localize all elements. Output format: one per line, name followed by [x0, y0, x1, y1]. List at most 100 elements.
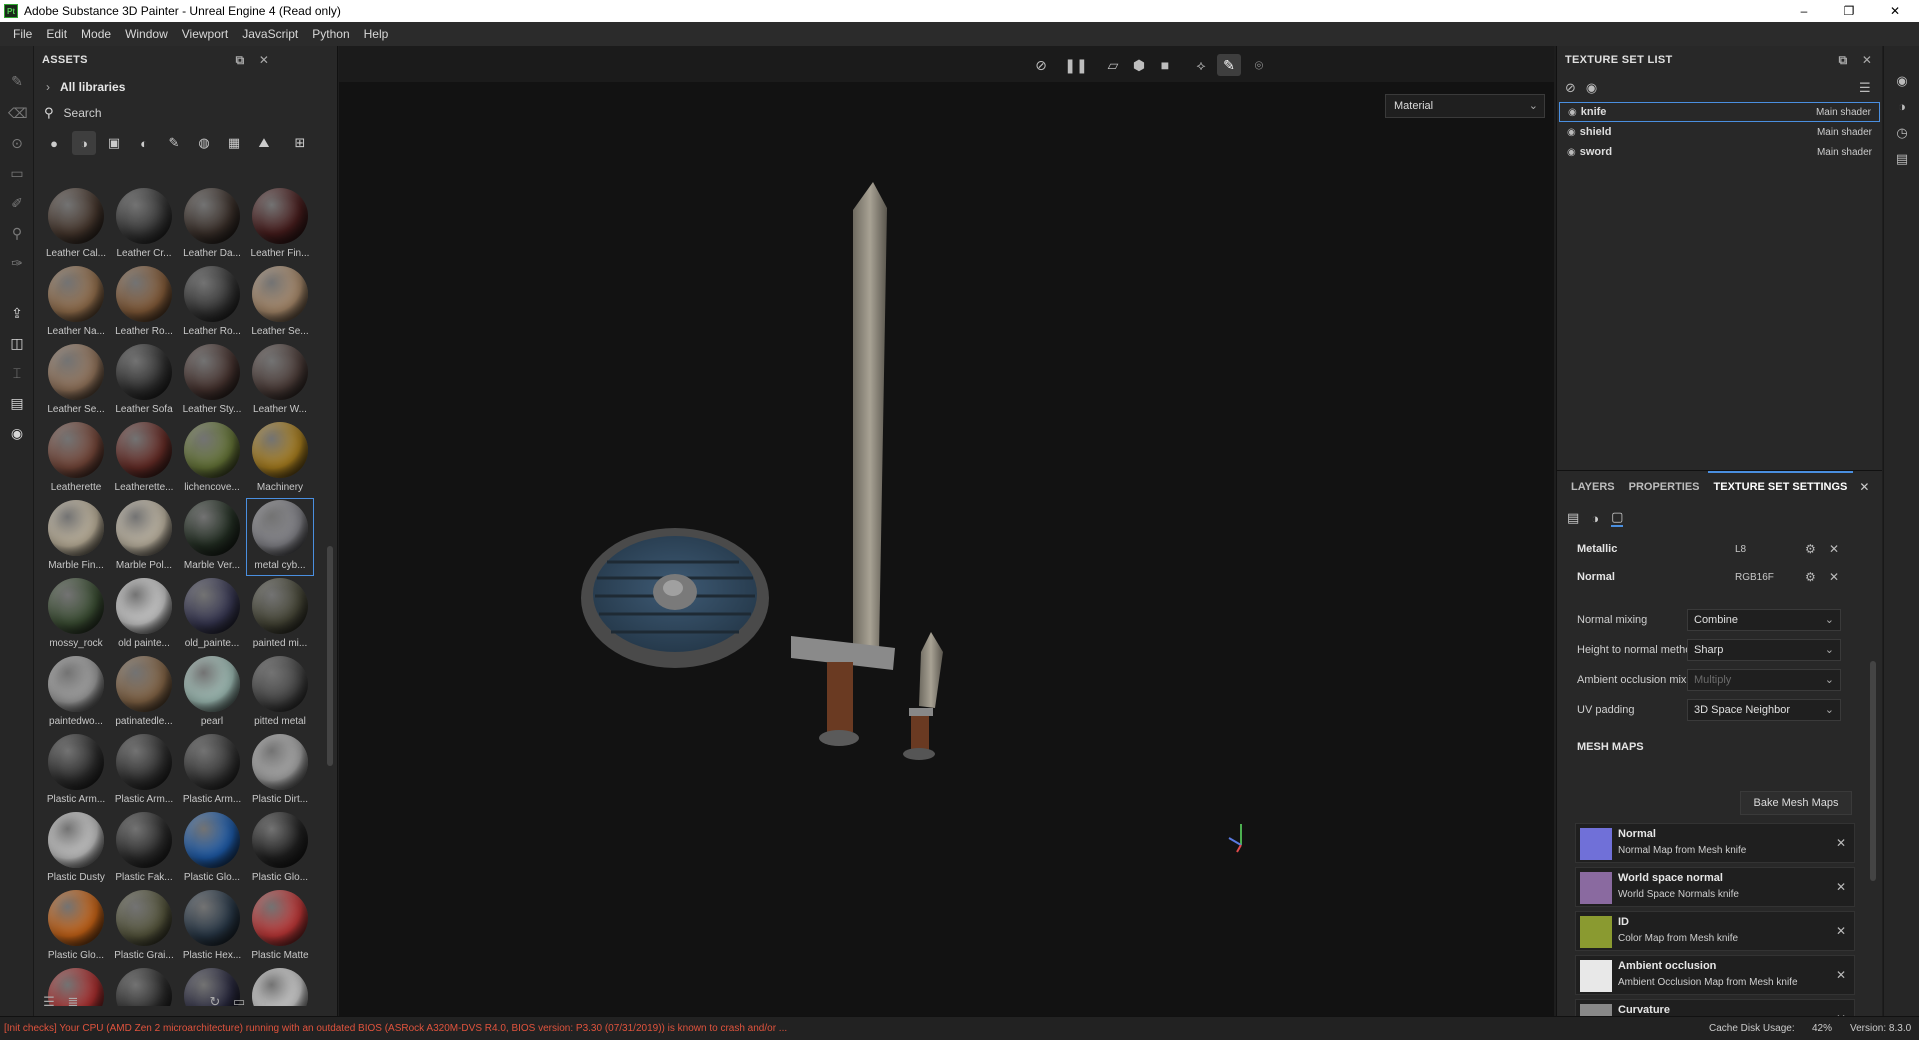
smudge-icon[interactable]: ✐: [8, 194, 26, 212]
refresh-icon[interactable]: ↻: [206, 994, 224, 1010]
material-thumbnail[interactable]: Leather Cr...: [110, 186, 178, 264]
pause-icon[interactable]: ❚❚: [1064, 54, 1088, 76]
texture-set-shader[interactable]: Main shader: [1816, 107, 1871, 118]
geometry-mask-icon[interactable]: ▭: [8, 164, 26, 182]
settings-scrollbar[interactable]: [1870, 661, 1876, 881]
mesh-map-item[interactable]: ID Color Map from Mesh knife ✕: [1575, 911, 1855, 951]
channel-row-metallic[interactable]: Metallic L8 ⚙ ✕: [1557, 535, 1882, 563]
menu-viewport[interactable]: Viewport: [175, 27, 235, 41]
material-thumbnail[interactable]: Plastic Fak...: [110, 810, 178, 888]
material-thumbnail[interactable]: Leatherette: [42, 420, 110, 498]
normal-mixing-select[interactable]: Combine ⌄: [1687, 609, 1841, 631]
assets-scrollbar[interactable]: [327, 546, 333, 766]
material-thumbnail[interactable]: Plastic Glo...: [178, 810, 246, 888]
channel-row-normal[interactable]: Normal RGB16F ⚙ ✕: [1557, 563, 1882, 591]
material-thumbnail[interactable]: Machinery: [246, 420, 314, 498]
scene-3d[interactable]: [339, 82, 1554, 1016]
libraries-selector[interactable]: › All libraries: [34, 74, 337, 100]
material-thumbnail[interactable]: Leather Sofa: [110, 342, 178, 420]
mesh-map-item[interactable]: Normal Normal Map from Mesh knife ✕: [1575, 823, 1855, 863]
material-thumbnail[interactable]: patinatedle...: [110, 654, 178, 732]
search-input[interactable]: ⚲ Search: [34, 100, 337, 126]
filter-list-icon[interactable]: ≣: [64, 994, 82, 1010]
filter-environments-icon[interactable]: ⛰: [252, 131, 276, 155]
history-icon[interactable]: ◷: [1893, 124, 1911, 142]
filter-generators-icon[interactable]: ◐: [132, 131, 156, 155]
material-thumbnail[interactable]: Plastic Arm...: [42, 732, 110, 810]
eraser-icon[interactable]: ⌫: [8, 104, 28, 122]
clone-stamp-icon[interactable]: ⚲: [8, 224, 26, 242]
remove-mesh-map-icon[interactable]: ✕: [1836, 836, 1846, 850]
material-thumbnail[interactable]: Leather Da...: [178, 186, 246, 264]
material-thumbnail[interactable]: Leather Cal...: [42, 186, 110, 264]
texture-set-icon[interactable]: ◉: [1893, 72, 1911, 90]
filter-materials-icon[interactable]: ●: [42, 131, 66, 155]
material-thumbnail[interactable]: Leather Na...: [42, 264, 110, 342]
camera-icon[interactable]: ■: [1153, 54, 1177, 76]
menu-mode[interactable]: Mode: [74, 27, 118, 41]
close-tab-icon[interactable]: ✕: [1859, 480, 1869, 494]
material-thumbnail[interactable]: lichencove...: [178, 420, 246, 498]
mesh-map-item[interactable]: Ambient occlusion Ambient Occlusion Map f…: [1575, 955, 1855, 995]
list-options-icon[interactable]: ☰: [40, 994, 58, 1010]
material-thumbnail[interactable]: pitted metal: [246, 654, 314, 732]
material-thumbnail[interactable]: Plastic Dusty: [42, 810, 110, 888]
menu-window[interactable]: Window: [118, 27, 175, 41]
material-thumbnail[interactable]: metal cyb...: [246, 498, 314, 576]
gear-icon[interactable]: ⚙: [1805, 542, 1816, 556]
texture-set-shader[interactable]: Main shader: [1817, 147, 1872, 158]
material-thumbnail[interactable]: Leatherette...: [110, 420, 178, 498]
maximize-button[interactable]: ❐: [1826, 0, 1872, 22]
material-thumbnail[interactable]: Plastic Hex...: [178, 888, 246, 966]
paint-brush-icon[interactable]: ✎: [8, 72, 26, 90]
material-thumbnail[interactable]: Plastic Matte: [246, 888, 314, 966]
folder-icon[interactable]: ▭: [230, 994, 248, 1010]
tab-texture-set-settings[interactable]: TEXTURE SET SETTINGS: [1707, 471, 1854, 503]
menu-help[interactable]: Help: [357, 27, 396, 41]
symmetry-icon[interactable]: ⟡: [1189, 54, 1213, 76]
material-thumbnail[interactable]: Plastic Arm...: [110, 732, 178, 810]
texture-set-item[interactable]: ◉ shield Main shader: [1559, 122, 1880, 142]
filter-smart-materials-icon[interactable]: ◑: [72, 131, 96, 155]
material-thumbnail[interactable]: Leather Se...: [246, 264, 314, 342]
material-thumbnail[interactable]: pearl: [178, 654, 246, 732]
log-icon[interactable]: ▤: [1893, 150, 1911, 168]
visibility-icon[interactable]: ◉: [1586, 80, 1597, 96]
material-thumbnail[interactable]: Plastic Arm...: [178, 732, 246, 810]
close-button[interactable]: ✕: [1872, 0, 1918, 22]
remove-channel-icon[interactable]: ✕: [1829, 542, 1839, 556]
material-thumbnail[interactable]: Marble Fin...: [42, 498, 110, 576]
material-thumbnail[interactable]: Plastic Dirt...: [246, 732, 314, 810]
remove-mesh-map-icon[interactable]: ✕: [1836, 968, 1846, 982]
share-icon[interactable]: ◉: [8, 424, 26, 442]
material-thumbnail[interactable]: old painte...: [110, 576, 178, 654]
mesh-map-item[interactable]: Curvature✕: [1575, 999, 1855, 1016]
float-panel-icon[interactable]: ⧉: [1835, 52, 1851, 68]
texture-set-shader[interactable]: Main shader: [1817, 127, 1872, 138]
hide-ui-icon[interactable]: ⊘: [1029, 54, 1053, 76]
material-thumbnail[interactable]: Plastic Glo...: [42, 888, 110, 966]
uv-padding-select[interactable]: 3D Space Neighbor ⌄: [1687, 699, 1841, 721]
material-thumbnail[interactable]: Marble Pol...: [110, 498, 178, 576]
tab-properties[interactable]: PROPERTIES: [1623, 471, 1706, 503]
texture-set-item[interactable]: ◉ sword Main shader: [1559, 142, 1880, 162]
measure-icon[interactable]: ⌶: [8, 364, 26, 382]
material-thumbnail[interactable]: paintedwo...: [42, 654, 110, 732]
add-icon[interactable]: +: [256, 994, 274, 1010]
channel-format[interactable]: L8: [1735, 544, 1746, 555]
hide-all-icon[interactable]: ⊘: [1565, 80, 1576, 96]
mesh-map-item[interactable]: World space normal World Space Normals kn…: [1575, 867, 1855, 907]
height-method-select[interactable]: Sharp ⌄: [1687, 639, 1841, 661]
gear-icon[interactable]: ⚙: [1805, 570, 1816, 584]
float-panel-icon[interactable]: ⧉: [232, 52, 248, 68]
menu-file[interactable]: File: [6, 27, 39, 41]
filter-masks-icon[interactable]: ▣: [102, 131, 126, 155]
eye-icon[interactable]: ◉: [1567, 127, 1576, 138]
material-thumbnail[interactable]: Plastic Glo...: [246, 810, 314, 888]
material-sphere-icon[interactable]: ◑: [1591, 511, 1599, 526]
eye-icon[interactable]: ◉: [1567, 147, 1576, 158]
close-panel-icon[interactable]: ✕: [256, 52, 272, 68]
view-2d-icon[interactable]: ▱: [1101, 54, 1125, 76]
view-3d-icon[interactable]: ⬢: [1127, 54, 1151, 76]
tab-layers[interactable]: LAYERS: [1565, 471, 1621, 503]
